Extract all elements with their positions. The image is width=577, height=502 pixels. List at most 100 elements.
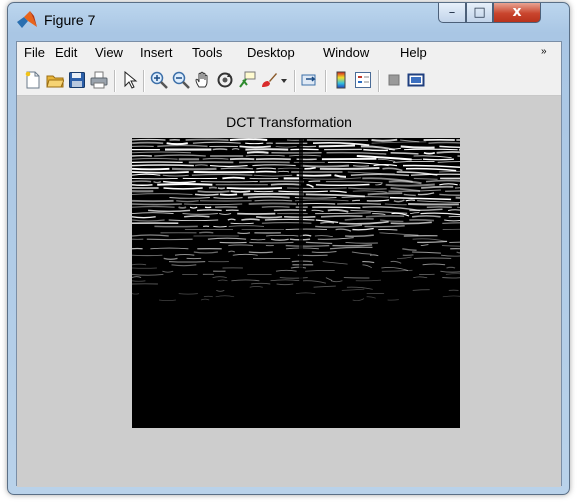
print-figure-icon[interactable] bbox=[90, 71, 108, 89]
dct-streak bbox=[150, 247, 189, 250]
dct-streak bbox=[228, 250, 236, 253]
dct-streak bbox=[437, 161, 460, 163]
menu-tools[interactable]: Tools bbox=[192, 45, 222, 60]
legend-icon[interactable] bbox=[354, 71, 372, 89]
menu-edit[interactable]: Edit bbox=[55, 45, 77, 60]
dct-streak bbox=[397, 256, 412, 259]
new-figure-icon[interactable] bbox=[24, 71, 42, 89]
dct-streak bbox=[385, 183, 435, 187]
dct-streak bbox=[439, 183, 458, 186]
dct-streak bbox=[439, 170, 460, 173]
dct-streak bbox=[344, 217, 374, 221]
colorbar-icon[interactable] bbox=[332, 71, 350, 89]
dct-streak bbox=[222, 176, 245, 180]
dct-streak bbox=[341, 196, 389, 199]
pan-icon[interactable] bbox=[194, 71, 212, 89]
dct-streak bbox=[277, 170, 290, 173]
dct-streak bbox=[413, 177, 438, 180]
dct-streak bbox=[402, 248, 417, 251]
brush-icon[interactable] bbox=[260, 71, 278, 89]
menu-window[interactable]: Window bbox=[323, 45, 369, 60]
zoom-in-icon[interactable] bbox=[150, 71, 168, 89]
dct-streak bbox=[384, 203, 407, 206]
dct-streak bbox=[367, 192, 403, 196]
dct-streak bbox=[132, 151, 192, 154]
dct-streak bbox=[261, 222, 312, 224]
data-cursor-icon[interactable] bbox=[238, 71, 256, 89]
dct-streak bbox=[163, 187, 203, 190]
hide-plot-tools-icon[interactable] bbox=[385, 71, 403, 89]
menu-insert[interactable]: Insert bbox=[140, 45, 173, 60]
dct-streak bbox=[423, 151, 436, 155]
brush-dropdown-icon[interactable] bbox=[279, 71, 289, 89]
dct-streak bbox=[249, 286, 263, 288]
dct-streak bbox=[352, 298, 365, 302]
dct-streak bbox=[285, 244, 330, 247]
dct-streak bbox=[317, 237, 354, 240]
dct-streak bbox=[178, 206, 187, 209]
menu-desktop[interactable]: Desktop bbox=[247, 45, 295, 60]
dct-streak bbox=[254, 199, 293, 202]
dct-streak bbox=[320, 221, 335, 224]
dct-streak bbox=[252, 164, 296, 167]
dct-streak bbox=[132, 164, 194, 167]
close-button[interactable]: x bbox=[493, 3, 541, 23]
dct-streak bbox=[228, 225, 265, 227]
dct-streak bbox=[403, 193, 416, 197]
dct-streak bbox=[362, 264, 373, 269]
dct-streak bbox=[381, 267, 409, 271]
dct-streak bbox=[352, 190, 387, 193]
show-plot-tools-icon[interactable] bbox=[407, 71, 425, 89]
dct-streak bbox=[353, 164, 370, 167]
menu-file[interactable]: File bbox=[24, 45, 45, 60]
dct-streak bbox=[410, 212, 420, 214]
maximize-icon: □ bbox=[473, 5, 486, 20]
dct-streak bbox=[382, 167, 403, 172]
dct-streak bbox=[439, 193, 460, 196]
dct-streak bbox=[158, 299, 176, 302]
dct-streak bbox=[228, 244, 254, 247]
dct-coefficient-image[interactable] bbox=[132, 138, 460, 428]
toolbar-separator bbox=[143, 70, 145, 92]
open-file-icon[interactable] bbox=[46, 71, 64, 89]
menu-view[interactable]: View bbox=[95, 45, 123, 60]
title-bar[interactable]: Figure 7 – □ x bbox=[8, 3, 569, 35]
maximize-button[interactable]: □ bbox=[466, 3, 493, 23]
dct-streak bbox=[454, 187, 460, 189]
dct-streak bbox=[422, 158, 454, 161]
dct-streak bbox=[389, 196, 452, 201]
dct-streak bbox=[270, 183, 301, 186]
minimize-button[interactable]: – bbox=[438, 3, 466, 23]
link-plot-icon[interactable] bbox=[301, 71, 319, 89]
dct-streak bbox=[217, 187, 226, 190]
dct-streak bbox=[448, 215, 460, 218]
dct-streak bbox=[219, 193, 238, 196]
dct-streak bbox=[305, 241, 333, 245]
dct-streak bbox=[279, 277, 308, 279]
dct-dark-seam bbox=[299, 138, 303, 288]
dct-streak bbox=[388, 180, 422, 185]
figure-toolbar bbox=[17, 64, 561, 96]
dct-streak bbox=[304, 166, 316, 170]
dct-streak bbox=[193, 251, 218, 254]
dct-streak bbox=[202, 157, 229, 160]
save-figure-icon[interactable] bbox=[68, 71, 86, 89]
dct-streak bbox=[313, 285, 336, 288]
dct-streak bbox=[197, 190, 230, 193]
zoom-out-icon[interactable] bbox=[172, 71, 190, 89]
dct-streak bbox=[163, 180, 196, 184]
matlab-logo-icon bbox=[17, 11, 37, 29]
dct-streak bbox=[191, 173, 253, 176]
dct-streak bbox=[345, 234, 374, 238]
menu-overflow-icon[interactable]: » bbox=[541, 46, 547, 57]
menu-help[interactable]: Help bbox=[400, 45, 427, 60]
dct-streak bbox=[168, 219, 219, 222]
dct-streak bbox=[302, 280, 327, 284]
dct-streak bbox=[377, 158, 396, 162]
dct-streak bbox=[339, 220, 389, 225]
dct-streak bbox=[248, 202, 297, 205]
edit-plot-icon[interactable] bbox=[121, 71, 139, 89]
dct-streak bbox=[132, 219, 165, 222]
rotate-3d-icon[interactable] bbox=[216, 71, 234, 89]
dct-streak bbox=[213, 225, 227, 228]
